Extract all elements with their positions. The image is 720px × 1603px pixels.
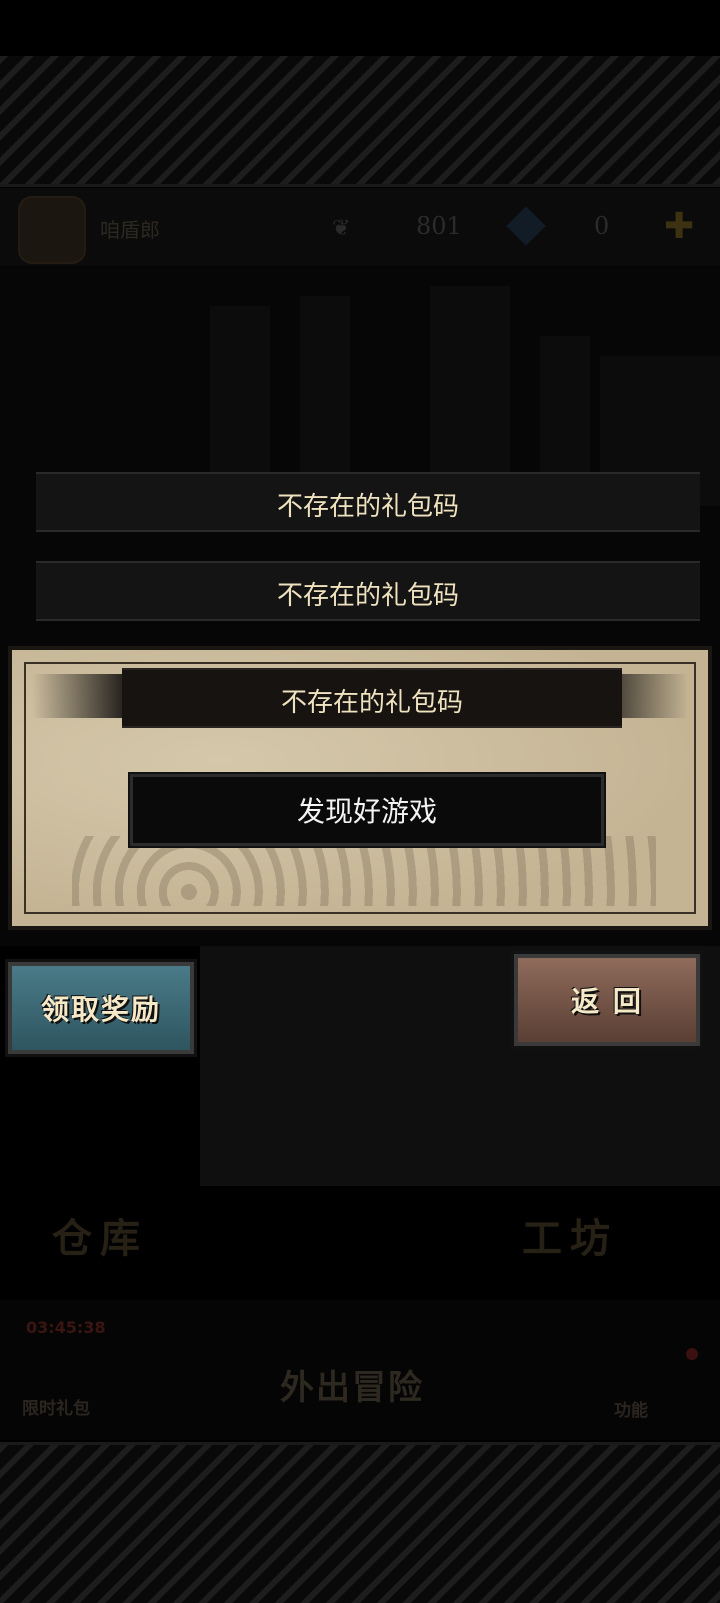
gift-code-panel: 不存在的礼包码 [8,646,712,930]
player-name: 咱盾郎 [100,218,160,242]
bottom-nav: 03:45:38 限时礼包 外出冒险 功能 [0,1300,720,1440]
warehouse-label[interactable]: 仓库 [52,1206,148,1264]
back-button[interactable]: 返 回 [511,951,703,1049]
workshop-label[interactable]: 工坊 [522,1206,618,1264]
gift-code-history-row: 不存在的礼包码 [36,561,700,621]
gift-code-input-frame[interactable] [128,772,606,848]
gift-code-result: 不存在的礼包码 [122,668,622,728]
resource-bar: 咱盾郎 ❦ 801 0 ✚ [0,188,720,266]
gift-code-result-text: 不存在的礼包码 [280,688,463,718]
ink-stroke-left [32,674,132,718]
top-ornament-border [0,56,720,187]
panel-illustration [72,836,656,906]
limited-gift-button[interactable]: 限时礼包 [22,1394,90,1419]
gift-code-history-row: 不存在的礼包码 [36,472,700,532]
gem-count: 0 [594,212,610,240]
bottom-ornament-border [0,1442,720,1603]
wing-coin-icon: ❦ [332,216,351,241]
gift-code-input[interactable] [133,777,601,843]
status-bar [0,0,720,56]
gift-code-message: 不存在的礼包码 [276,581,459,611]
plus-icon[interactable]: ✚ [664,206,694,247]
functions-button[interactable]: 功能 [614,1396,648,1421]
coin-count: 801 [416,212,462,240]
gem-icon [506,206,546,246]
claim-reward-button[interactable]: 领取奖励 [5,959,197,1057]
gift-code-message: 不存在的礼包码 [276,492,459,522]
player-emblem-icon[interactable] [18,196,86,264]
gift-timer: 03:45:38 [26,1318,106,1337]
notification-dot-icon [686,1348,698,1360]
adventure-button[interactable]: 外出冒险 [280,1360,424,1409]
